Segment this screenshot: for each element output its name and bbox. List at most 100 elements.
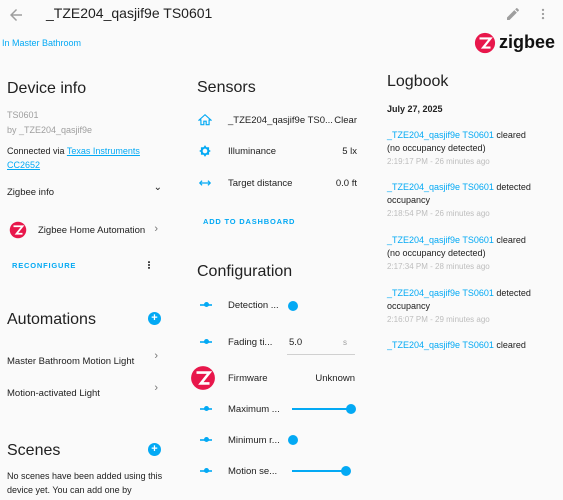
add-scene-button[interactable]: + [148, 443, 161, 456]
sensor-row-illuminance[interactable]: Illuminance 5 lx [197, 143, 357, 159]
sensor-label: Illuminance [228, 146, 277, 157]
scenes-empty-line: device yet. You can add one by [7, 485, 132, 495]
sensor-label: Target distance [228, 178, 293, 189]
chevron-right-icon: › [154, 350, 158, 362]
config-label: Firmware [228, 373, 268, 384]
config-row-minimum: Minimum r... [197, 432, 357, 448]
more-vert-icon [148, 261, 150, 269]
chevron-right-icon: › [154, 382, 158, 394]
connected-via: Connected via Texas Instruments CC2652 [7, 144, 167, 172]
detection-slider[interactable] [288, 301, 298, 311]
device-info-title: Device info [7, 80, 87, 97]
sensor-label: _TZE204_qasjif9e TS0... [228, 115, 333, 126]
zigbee-info-label: Zigbee info [7, 187, 55, 198]
zigbee-logo-icon [474, 32, 496, 54]
motion-slider-track [292, 470, 347, 472]
edit-button[interactable] [505, 6, 521, 22]
logbook-action: cleared [493, 130, 526, 140]
logbook-action: detected [493, 288, 531, 298]
tune-icon [200, 468, 212, 474]
zigbee-info-expander[interactable]: Zigbee info ⌄ [7, 182, 164, 198]
logbook-time: 2:19:17 PM - 26 minutes ago [387, 157, 490, 166]
zha-icon [9, 221, 27, 239]
logbook-action: detected [493, 182, 531, 192]
maximum-slider[interactable] [292, 404, 356, 414]
scenes-empty-text: No scenes have been added using this dev… [7, 469, 162, 497]
automations-title: Automations [7, 311, 96, 328]
logbook-entity-link[interactable]: _TZE204_qasjif9e TS0601 [387, 130, 494, 140]
logbook-entity-link[interactable]: _TZE204_qasjif9e TS0601 [387, 340, 494, 350]
motion-slider[interactable] [292, 466, 351, 476]
fading-time-input[interactable]: 5.0 s [287, 333, 355, 355]
config-row-detection: Detection ... [197, 297, 357, 313]
sensor-value: 5 lx [342, 146, 357, 157]
sensors-title: Sensors [197, 79, 256, 96]
logbook-detail: occupancy [387, 301, 431, 311]
config-row-firmware[interactable]: Firmware Unknown [190, 364, 357, 392]
tune-icon [200, 437, 212, 443]
tune-icon [200, 406, 212, 412]
automation-item-label: Master Bathroom Motion Light [7, 356, 135, 367]
logbook-entry: _TZE204_qasjif9e TS0601 detected occupan… [387, 181, 557, 220]
automation-item[interactable]: Motion-activated Light › [7, 382, 160, 399]
logbook-entity-link[interactable]: _TZE204_qasjif9e TS0601 [387, 182, 494, 192]
logbook-time: 2:16:07 PM - 29 minutes ago [387, 315, 490, 324]
logbook-entry: _TZE204_qasjif9e TS0601 cleared (no occu… [387, 129, 557, 168]
config-label: Motion se... [228, 466, 278, 477]
connected-via-label: Connected via [7, 146, 67, 156]
config-label: Minimum r... [228, 435, 280, 446]
config-row-motion: Motion se... [197, 463, 357, 479]
config-label: Detection ... [228, 300, 279, 311]
tune-icon [200, 302, 212, 308]
logbook-time: 2:18:54 PM - 26 minutes ago [387, 209, 490, 218]
logbook-detail: (no occupancy detected) [387, 143, 486, 153]
arrow-left-icon [10, 9, 22, 21]
coordinator-link-model[interactable]: CC2652 [7, 160, 40, 170]
logbook-entry: _TZE204_qasjif9e TS0601 cleared [387, 339, 557, 357]
sensor-value: Clear [334, 115, 357, 126]
coordinator-link[interactable]: Texas Instruments [67, 146, 140, 156]
logbook-date: July 27, 2025 [387, 104, 443, 114]
firmware-value: Unknown [315, 373, 355, 384]
automation-item[interactable]: Master Bathroom Motion Light › [7, 350, 160, 367]
sensor-value: 0.0 ft [335, 178, 357, 189]
device-actions-menu-button[interactable] [144, 258, 154, 272]
fading-time-unit: s [343, 338, 347, 347]
automation-item-label: Motion-activated Light [7, 388, 100, 399]
logbook-detail: occupancy [387, 195, 431, 205]
overflow-menu-button[interactable] [536, 6, 550, 22]
minimum-slider[interactable] [288, 435, 298, 445]
logbook-title: Logbook [387, 73, 449, 90]
logbook-entry: _TZE204_qasjif9e TS0601 detected occupan… [387, 287, 557, 326]
maximum-slider-track [292, 408, 352, 410]
integration-label: Zigbee Home Automation [38, 225, 146, 236]
zigbee-logo: zigbee [474, 31, 560, 55]
scenes-title: Scenes [7, 442, 61, 459]
add-automation-button[interactable]: + [148, 312, 161, 325]
home-icon [198, 113, 212, 126]
plus-icon: + [151, 312, 158, 324]
device-model: TS0601 [7, 110, 39, 120]
area-link[interactable]: In Master Bathroom [2, 38, 81, 48]
arrow-expand-horizontal-icon [198, 180, 212, 186]
back-button[interactable] [7, 6, 25, 24]
brightness-icon [199, 145, 211, 157]
logbook-entity-link[interactable]: _TZE204_qasjif9e TS0601 [387, 288, 494, 298]
zigbee-logo-text: zigbee [499, 32, 556, 52]
logbook-entry: _TZE204_qasjif9e TS0601 cleared (no occu… [387, 234, 557, 273]
integration-row[interactable]: Zigbee Home Automation › [7, 220, 162, 240]
logbook-action: cleared [493, 340, 526, 350]
add-to-dashboard-button[interactable]: ADD TO DASHBOARD [203, 217, 295, 226]
zigbee-firmware-icon [191, 366, 215, 390]
config-row-fading: Fading ti... 5.0 s [197, 333, 357, 359]
chevron-down-icon: ⌄ [153, 182, 162, 193]
sensor-row-target-distance[interactable]: Target distance 0.0 ft [197, 175, 357, 191]
sensor-row-occupancy[interactable]: _TZE204_qasjif9e TS0... Clear [197, 112, 357, 128]
logbook-entity-link[interactable]: _TZE204_qasjif9e TS0601 [387, 235, 494, 245]
plus-icon: + [151, 443, 158, 455]
device-manufacturer: by _TZE204_qasjif9e [7, 125, 93, 135]
configuration-title: Configuration [197, 263, 293, 280]
scenes-empty-line: No scenes have been added using this [7, 471, 163, 481]
motion-slider-knob [341, 466, 351, 476]
reconfigure-button[interactable]: RECONFIGURE [12, 261, 76, 270]
